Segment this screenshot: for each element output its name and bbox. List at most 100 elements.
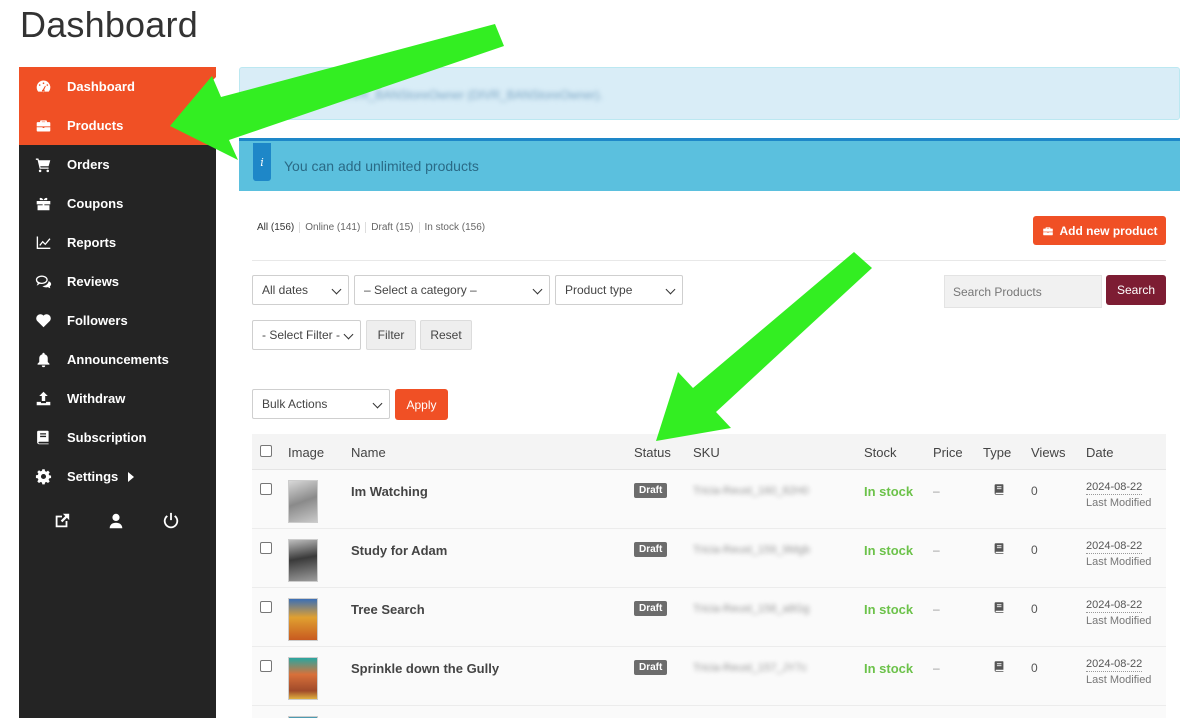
- status-link-draft[interactable]: Draft (15): [365, 222, 418, 233]
- book-icon: [993, 483, 1006, 496]
- product-views: 0: [1031, 602, 1038, 616]
- add-new-product-button[interactable]: Add new product: [1033, 216, 1166, 245]
- status-filter-links: All (156) Online (141) Draft (15) In sto…: [257, 222, 490, 233]
- product-price: –: [933, 543, 940, 557]
- add-new-product-label: Add new product: [1059, 223, 1158, 238]
- row-checkbox[interactable]: [260, 660, 272, 672]
- header-image: Image: [288, 445, 325, 460]
- row-checkbox[interactable]: [260, 483, 272, 495]
- product-thumbnail[interactable]: [288, 480, 318, 523]
- sidebar-item-label: Reports: [67, 235, 117, 250]
- product-date: 2024-08-22: [1086, 599, 1143, 613]
- search-button[interactable]: Search: [1106, 275, 1166, 305]
- user-icon[interactable]: [105, 510, 127, 532]
- sidebar-item-products[interactable]: Products: [19, 106, 216, 145]
- sidebar-item-reviews[interactable]: Reviews: [19, 262, 216, 301]
- table-row: Study for Adam Draft Tricia-Reust_159_9M…: [252, 529, 1166, 588]
- gift-icon: [33, 195, 53, 213]
- header-sku[interactable]: SKU: [693, 445, 720, 460]
- product-price: –: [933, 602, 940, 616]
- product-type-select[interactable]: Product type: [555, 275, 683, 305]
- sidebar-item-announcements[interactable]: Announcements: [19, 340, 216, 379]
- product-views: 0: [1031, 484, 1038, 498]
- product-name[interactable]: Im Watching: [351, 484, 428, 499]
- shopping-cart-icon: [33, 156, 53, 174]
- sidebar-item-label: Followers: [67, 313, 128, 328]
- status-link-in-stock[interactable]: In stock (156): [418, 222, 491, 233]
- apply-button[interactable]: Apply: [395, 389, 448, 420]
- status-badge: Draft: [634, 601, 668, 616]
- sidebar-item-label: Products: [67, 118, 124, 133]
- header-name[interactable]: Name: [351, 445, 386, 460]
- external-link-icon[interactable]: [51, 510, 73, 532]
- date-filter-select[interactable]: All dates: [252, 275, 349, 305]
- bell-icon: [33, 351, 53, 369]
- sidebar-item-followers[interactable]: Followers: [19, 301, 216, 340]
- upload-icon: [33, 390, 53, 408]
- product-sku: Tricia-Reust_160_82H0: [693, 485, 809, 497]
- select-all-checkbox[interactable]: [260, 445, 272, 457]
- sidebar-item-coupons[interactable]: Coupons: [19, 184, 216, 223]
- briefcase-icon: [33, 117, 53, 135]
- status-badge: Draft: [634, 483, 668, 498]
- page: Dashboard Dashboard Products Orders Coup…: [0, 0, 1200, 718]
- product-type-value: Product type: [565, 283, 633, 297]
- table-header: Image Name Status SKU Stock Price Type V…: [252, 434, 1166, 470]
- last-modified-label: Last Modified: [1086, 674, 1152, 686]
- book-icon: [993, 601, 1006, 614]
- table-row: [252, 706, 1166, 718]
- row-checkbox[interactable]: [260, 601, 272, 613]
- sidebar-item-withdraw[interactable]: Withdraw: [19, 379, 216, 418]
- book-icon: [33, 429, 53, 447]
- table-row: Sprinkle down the Gully Draft Tricia-Reu…: [252, 647, 1166, 706]
- sidebar-item-dashboard[interactable]: Dashboard: [19, 67, 217, 106]
- sidebar-item-label: Settings: [67, 469, 119, 484]
- product-name[interactable]: Sprinkle down the Gully: [351, 661, 499, 676]
- filter-button[interactable]: Filter: [366, 320, 416, 350]
- sidebar-item-label: Withdraw: [67, 391, 126, 406]
- sidebar-item-settings[interactable]: Settings: [19, 457, 216, 496]
- sidebar-item-label: Subscription: [67, 430, 147, 445]
- product-thumbnail[interactable]: [288, 657, 318, 700]
- product-date: 2024-08-22: [1086, 481, 1143, 495]
- page-title: Dashboard: [20, 4, 198, 45]
- book-icon: [993, 660, 1006, 673]
- chevron-down-icon: [372, 398, 383, 409]
- divider: [252, 260, 1166, 261]
- status-link-all[interactable]: All (156): [257, 222, 299, 233]
- product-price: –: [933, 661, 940, 675]
- sidebar-item-reports[interactable]: Reports: [19, 223, 216, 262]
- briefcase-icon: [1042, 226, 1053, 235]
- product-name[interactable]: Study for Adam: [351, 543, 447, 558]
- line-chart-icon: [33, 234, 53, 252]
- bulk-actions-value: Bulk Actions: [262, 397, 328, 411]
- sidebar-item-orders[interactable]: Orders: [19, 145, 216, 184]
- sidebar-item-subscription[interactable]: Subscription: [19, 418, 216, 457]
- product-thumbnail[interactable]: [288, 598, 318, 641]
- annotation-arrow-status: [656, 252, 872, 441]
- product-thumbnail[interactable]: [288, 539, 318, 582]
- products-table: Image Name Status SKU Stock Price Type V…: [252, 434, 1166, 718]
- chevron-down-icon: [665, 284, 676, 295]
- product-date: 2024-08-22: [1086, 658, 1143, 672]
- header-date[interactable]: Date: [1086, 445, 1113, 460]
- product-views: 0: [1031, 543, 1038, 557]
- power-icon[interactable]: [160, 510, 182, 532]
- product-name[interactable]: Tree Search: [351, 602, 425, 617]
- reset-button[interactable]: Reset: [420, 320, 472, 350]
- product-sku: Tricia-Reust_159_9Mgb: [693, 544, 810, 556]
- status-link-online[interactable]: Online (141): [299, 222, 365, 233]
- select-filter-select[interactable]: - Select Filter -: [252, 320, 361, 350]
- search-products-input[interactable]: Search Products: [944, 275, 1102, 308]
- last-modified-label: Last Modified: [1086, 497, 1152, 509]
- product-date: 2024-08-22: [1086, 540, 1143, 554]
- bulk-actions-select[interactable]: Bulk Actions: [252, 389, 390, 419]
- row-checkbox[interactable]: [260, 542, 272, 554]
- category-value: – Select a category –: [364, 283, 477, 297]
- dashboard-gauge-icon: [33, 78, 53, 96]
- sidebar-item-label: Reviews: [67, 274, 120, 289]
- sidebar-item-label: Dashboard: [67, 79, 135, 94]
- category-select[interactable]: – Select a category –: [354, 275, 550, 305]
- stock-status: In stock: [864, 661, 914, 676]
- header-price[interactable]: Price: [933, 445, 963, 460]
